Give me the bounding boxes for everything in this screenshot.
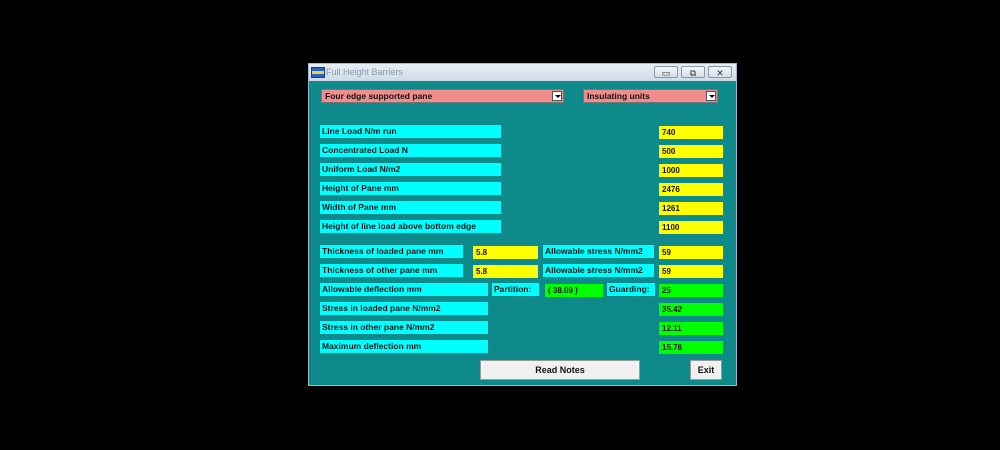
uniform-load-label: Uniform Load N/m2: [320, 163, 501, 176]
form-area: Four edge supported pane Insulating unit…: [309, 81, 736, 385]
uniform-load-input[interactable]: 1000: [659, 164, 723, 177]
other-stress-label: Allowable stress N/mm2: [543, 264, 654, 277]
other-thickness-input[interactable]: 5.8: [473, 265, 538, 278]
restore-button[interactable]: ⧉: [681, 66, 705, 78]
minimize-button[interactable]: ▭: [654, 66, 678, 78]
pane-height-input[interactable]: 2476: [659, 183, 723, 196]
loaded-pane-stress-value: 35.42: [659, 303, 723, 316]
guarding-label: Guarding:: [607, 283, 655, 296]
line-load-label: Line Load N/m run: [320, 125, 501, 138]
other-stress-input[interactable]: 59: [659, 265, 723, 278]
loaded-thickness-label: Thickness of loaded pane mm: [320, 245, 463, 258]
other-pane-stress-value: 12.11: [659, 322, 723, 335]
guarding-value[interactable]: 25: [659, 284, 723, 297]
unit-type-select[interactable]: Insulating units: [583, 89, 718, 103]
other-thickness-label: Thickness of other pane mm: [320, 264, 463, 277]
max-deflection-value: 15.76: [659, 341, 723, 354]
loaded-thickness-input[interactable]: 5.8: [473, 246, 538, 259]
app-window: Full Height Barriers ▭ ⧉ ✕ Four edge sup…: [308, 63, 737, 386]
exit-button[interactable]: Exit: [690, 360, 722, 380]
app-flag-icon: [311, 67, 325, 78]
max-deflection-label: Maximum deflection mm: [320, 340, 488, 353]
support-type-select[interactable]: Four edge supported pane: [321, 89, 564, 103]
pane-width-label: Width of Pane mm: [320, 201, 501, 214]
line-load-height-label: Height of line load above bottom edge: [320, 220, 501, 233]
pane-width-input[interactable]: 1261: [659, 202, 723, 215]
title-bar[interactable]: Full Height Barriers ▭ ⧉ ✕: [309, 64, 736, 81]
concentrated-load-label: Concentrated Load N: [320, 144, 501, 157]
chevron-down-icon[interactable]: [706, 91, 716, 101]
line-load-input[interactable]: 740: [659, 126, 723, 139]
loaded-stress-label: Allowable stress N/mm2: [543, 245, 654, 258]
allowable-deflection-label: Allowable deflection mm: [320, 283, 488, 296]
unit-type-value: Insulating units: [587, 91, 650, 101]
partition-value: ( 38.09 ): [545, 284, 603, 297]
concentrated-load-input[interactable]: 500: [659, 145, 723, 158]
loaded-pane-stress-label: Stress in loaded pane N/mm2: [320, 302, 488, 315]
close-button[interactable]: ✕: [708, 66, 732, 78]
line-load-height-input[interactable]: 1100: [659, 221, 723, 234]
pane-height-label: Height of Pane mm: [320, 182, 501, 195]
other-pane-stress-label: Stress in other pane N/mm2: [320, 321, 488, 334]
loaded-stress-input[interactable]: 59: [659, 246, 723, 259]
read-notes-button[interactable]: Read Notes: [480, 360, 640, 380]
window-title: Full Height Barriers: [326, 67, 404, 77]
chevron-down-icon[interactable]: [552, 91, 562, 101]
support-type-value: Four edge supported pane: [325, 91, 433, 101]
partition-label: Partition:: [492, 283, 539, 296]
